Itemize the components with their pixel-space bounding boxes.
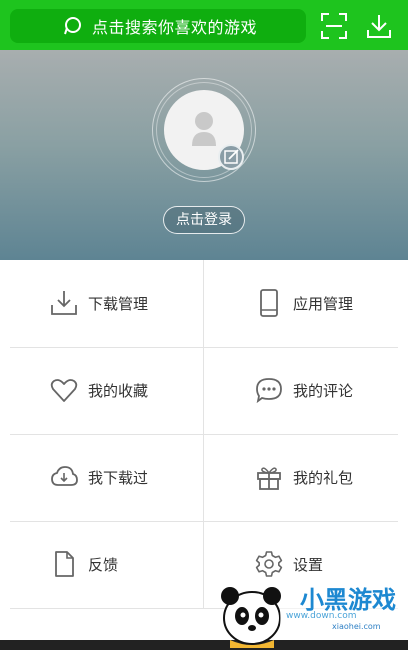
menu-label: 反馈 <box>88 556 119 574</box>
scan-icon[interactable] <box>320 12 348 40</box>
menu-label: 设置 <box>293 556 324 574</box>
menu-label: 应用管理 <box>293 295 354 313</box>
login-button[interactable]: 点击登录 <box>163 206 245 234</box>
menu-label: 下载管理 <box>88 295 149 313</box>
menu-item-app-manage[interactable]: 应用管理 <box>204 260 408 347</box>
menu-label: 我的礼包 <box>293 469 354 487</box>
download-tray-icon <box>51 291 77 315</box>
search-icon <box>64 17 81 35</box>
menu-item-gifts[interactable]: 我的礼包 <box>204 434 408 521</box>
gift-icon <box>257 467 281 490</box>
download-icon[interactable] <box>365 12 393 40</box>
gear-icon <box>255 551 283 577</box>
watermark-subtext: xiaohei.com <box>332 622 381 631</box>
edit-avatar-icon[interactable] <box>218 144 244 170</box>
avatar[interactable] <box>152 78 256 182</box>
profile-header: 点击登录 <box>0 50 408 260</box>
menu-item-favorites[interactable]: 我的收藏 <box>0 347 204 434</box>
search-placeholder: 点击搜索你喜欢的游戏 <box>92 18 258 37</box>
watermark-url: www.down.com <box>286 611 357 621</box>
menu-label: 我的收藏 <box>88 382 149 400</box>
watermark-logo: 小黑游戏 www.down.com xiaohei.com <box>216 578 408 650</box>
watermark-brand: 小黑游戏 <box>300 586 396 614</box>
menu-item-downloaded[interactable]: 我下载过 <box>0 434 204 521</box>
menu-item-comments[interactable]: 我的评论 <box>204 347 408 434</box>
menu-label: 我的评论 <box>293 382 354 400</box>
menu-item-download-manage[interactable]: 下载管理 <box>0 260 204 347</box>
comment-icon <box>256 378 282 404</box>
cloud-download-icon <box>51 466 78 486</box>
top-bar: 点击搜索你喜欢的游戏 <box>0 0 408 50</box>
search-bar[interactable]: 点击搜索你喜欢的游戏 <box>10 9 306 43</box>
menu-item-feedback[interactable]: 反馈 <box>0 521 204 608</box>
phone-icon <box>260 289 278 317</box>
menu-label: 我下载过 <box>88 469 149 487</box>
heart-icon <box>50 379 78 402</box>
document-icon <box>55 551 74 577</box>
